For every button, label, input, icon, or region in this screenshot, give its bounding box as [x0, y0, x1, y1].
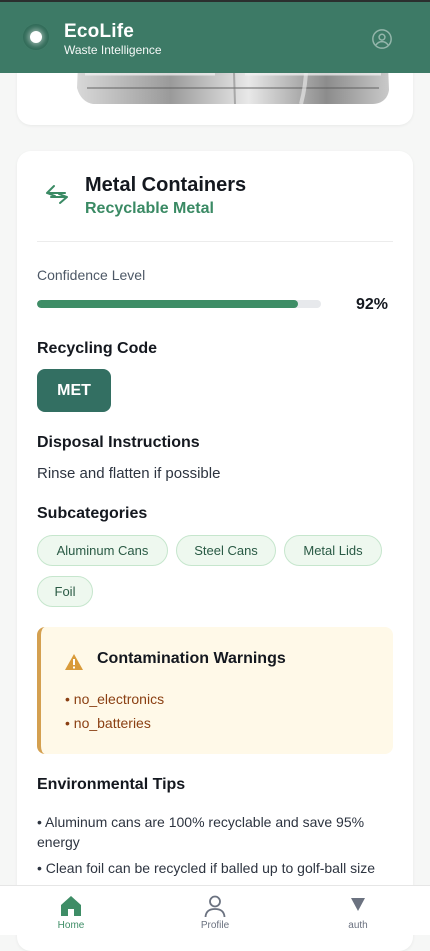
nav-label-profile: Profile [200, 920, 230, 931]
recycling-code-badge: MET [37, 369, 111, 412]
subcategory-chip[interactable]: Metal Lids [284, 535, 382, 566]
confidence-label: Confidence Level [37, 267, 146, 283]
bottom-nav: Home Profile auth [0, 885, 430, 935]
item-category: Recyclable Metal [85, 200, 214, 217]
home-icon [61, 896, 81, 916]
app-header: EcoLife Waste Intelligence [0, 0, 430, 73]
warning-item: • no_batteries [65, 715, 151, 731]
nav-item-profile[interactable]: Profile [170, 886, 260, 935]
warning-icon [65, 654, 83, 670]
tips-heading: Environmental Tips [37, 776, 186, 793]
subcategory-chip[interactable]: Foil [37, 576, 93, 607]
nav-item-home[interactable]: Home [26, 886, 116, 935]
app-title: EcoLife [64, 21, 135, 42]
tip-item: • Clean foil can be recycled if balled u… [37, 860, 375, 876]
app-subtitle: Waste Intelligence [64, 43, 162, 57]
subcategories-heading: Subcategories [37, 505, 148, 522]
recycle-arrows-icon [46, 185, 68, 204]
recycling-code-heading: Recycling Code [37, 340, 158, 357]
warning-item: • no_electronics [65, 691, 165, 707]
warnings-heading: Contamination Warnings [97, 650, 286, 667]
item-title: Metal Containers [85, 174, 247, 196]
confidence-bar [37, 300, 321, 308]
confidence-bar-fill [37, 300, 299, 308]
result-card: Metal Containers Recyclable Metal Confid… [17, 151, 413, 951]
confidence-value: 92% [356, 296, 389, 313]
nav-label-auth: auth [348, 920, 368, 931]
subcategory-chip[interactable]: Steel Cans [176, 535, 276, 566]
nav-label-home: Home [57, 920, 85, 931]
disposal-heading: Disposal Instructions [37, 434, 200, 451]
logo-icon [23, 24, 49, 50]
divider [37, 241, 393, 242]
triangle-down-icon [351, 898, 365, 911]
nav-item-auth[interactable]: auth [313, 886, 403, 935]
contamination-warning-box: Contamination Warnings • no_electronics … [37, 627, 393, 754]
user-icon [204, 895, 226, 918]
user-circle-icon[interactable] [371, 28, 393, 50]
disposal-text: Rinse and flatten if possible [37, 465, 221, 482]
tip-item: • Aluminum cans are 100% recyclable and … [37, 814, 365, 850]
subcategory-chip[interactable]: Aluminum Cans [37, 535, 168, 566]
